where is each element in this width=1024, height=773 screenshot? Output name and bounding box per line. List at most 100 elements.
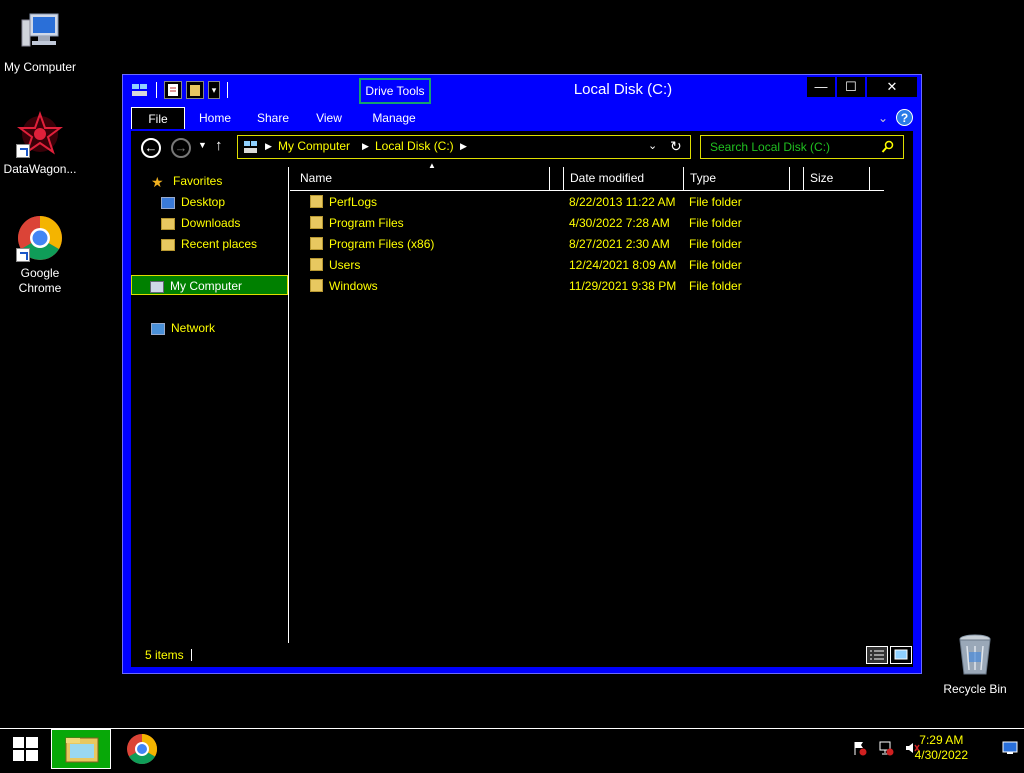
column-header-size[interactable]: Size bbox=[804, 167, 870, 191]
nav-desktop[interactable]: Desktop bbox=[161, 192, 225, 212]
title-bar[interactable]: ▾ Drive Tools Local Disk (C:) — ☐ ✕ bbox=[123, 75, 921, 105]
desktop-icon-recycle-bin[interactable]: Recycle Bin bbox=[935, 630, 1015, 697]
breadcrumb-separator[interactable]: ▶ bbox=[362, 141, 369, 152]
file-date: 8/22/2013 11:22 AM bbox=[569, 195, 676, 209]
desktop-icon-datawagon[interactable]: DataWagon... bbox=[0, 110, 80, 177]
computer-icon bbox=[150, 280, 164, 293]
network-tray-icon[interactable] bbox=[878, 740, 894, 756]
file-row[interactable]: Program Files 4/30/2022 7:28 AM File fol… bbox=[290, 213, 890, 233]
folder-icon bbox=[310, 258, 323, 272]
file-name: Users bbox=[329, 258, 361, 272]
recycle-bin-icon bbox=[951, 630, 999, 678]
shortcut-arrow-icon bbox=[16, 248, 30, 262]
explorer-content: ← → ▼ ↑ ▶ My Computer ▶ Local Disk (C:) … bbox=[131, 131, 913, 667]
window-controls: — ☐ ✕ bbox=[805, 77, 917, 97]
close-button[interactable]: ✕ bbox=[867, 77, 917, 97]
address-dropdown-icon[interactable]: ⌄ bbox=[648, 139, 657, 152]
breadcrumb-separator[interactable]: ▶ bbox=[460, 141, 467, 152]
up-button[interactable]: ↑ bbox=[215, 137, 223, 154]
tab-view[interactable]: View bbox=[311, 107, 347, 129]
taskbar-clock[interactable]: 7:29 AM 4/30/2022 bbox=[915, 733, 968, 763]
breadcrumb-local-disk[interactable]: Local Disk (C:) bbox=[375, 139, 454, 153]
toolbar-separator bbox=[227, 82, 228, 98]
details-view-button[interactable] bbox=[866, 646, 888, 664]
column-header-divider[interactable] bbox=[550, 167, 564, 191]
file-type: File folder bbox=[689, 279, 742, 293]
column-header-type[interactable]: Type bbox=[684, 167, 790, 191]
breadcrumb-my-computer[interactable]: My Computer bbox=[278, 139, 350, 153]
file-type: File folder bbox=[689, 216, 742, 230]
file-row[interactable]: PerfLogs 8/22/2013 11:22 AM File folder bbox=[290, 192, 890, 212]
ribbon-right-controls: ⌄ ? bbox=[878, 109, 913, 126]
folder-icon bbox=[310, 237, 323, 251]
show-desktop-icon[interactable] bbox=[1002, 741, 1018, 755]
clock-date: 4/30/2022 bbox=[914, 748, 968, 762]
file-date: 8/27/2021 2:30 AM bbox=[569, 237, 670, 251]
windows-logo-icon bbox=[13, 737, 38, 761]
column-headers: Name Date modified Type Size bbox=[290, 167, 884, 191]
search-placeholder: Search Local Disk (C:) bbox=[710, 140, 831, 154]
action-center-flag-icon[interactable] bbox=[852, 740, 868, 756]
taskbar-explorer[interactable] bbox=[51, 729, 111, 769]
nav-recent-places[interactable]: Recent places bbox=[161, 234, 257, 254]
file-name: Program Files bbox=[329, 216, 404, 230]
tab-share[interactable]: Share bbox=[253, 107, 293, 129]
forward-button[interactable]: → bbox=[171, 138, 191, 158]
star-icon: ★ bbox=[151, 173, 164, 190]
nav-downloads[interactable]: Downloads bbox=[161, 213, 240, 233]
address-location-icon bbox=[243, 140, 259, 154]
help-icon[interactable]: ? bbox=[896, 109, 913, 126]
desktop-icon bbox=[161, 196, 175, 209]
downloads-icon bbox=[161, 217, 175, 230]
window-title: Local Disk (C:) bbox=[573, 81, 673, 98]
clock-time: 7:29 AM bbox=[919, 733, 964, 747]
desktop-icon-chrome[interactable]: Google Chrome bbox=[0, 214, 80, 296]
nav-my-computer[interactable]: My Computer bbox=[131, 275, 288, 295]
explorer-app-icon[interactable] bbox=[131, 81, 149, 99]
customize-toolbar-icon[interactable]: ▾ bbox=[208, 81, 220, 99]
tab-manage[interactable]: Manage bbox=[369, 107, 419, 129]
back-button[interactable]: ← bbox=[141, 138, 161, 158]
navigation-bar: ← → ▼ ↑ ▶ My Computer ▶ Local Disk (C:) … bbox=[131, 131, 913, 163]
folder-icon bbox=[310, 279, 323, 293]
status-bar: 5 items bbox=[131, 643, 913, 667]
breadcrumb-separator[interactable]: ▶ bbox=[265, 141, 272, 152]
nav-network[interactable]: Network bbox=[151, 318, 215, 338]
datawagon-icon bbox=[16, 110, 64, 158]
taskbar-chrome[interactable] bbox=[112, 729, 172, 769]
column-header-name[interactable]: Name bbox=[294, 167, 550, 191]
properties-icon[interactable] bbox=[164, 81, 182, 99]
column-header-date[interactable]: Date modified bbox=[564, 167, 684, 191]
new-folder-icon[interactable] bbox=[186, 81, 204, 99]
desktop-icon-my-computer[interactable]: My Computer bbox=[0, 8, 80, 75]
computer-icon bbox=[16, 8, 64, 56]
status-divider bbox=[191, 649, 192, 661]
file-date: 12/24/2021 8:09 AM bbox=[569, 258, 677, 272]
file-name: Windows bbox=[329, 279, 378, 293]
search-icon[interactable] bbox=[881, 140, 895, 154]
tab-home[interactable]: Home bbox=[195, 107, 235, 129]
file-row[interactable]: Program Files (x86) 8/27/2021 2:30 AM Fi… bbox=[290, 234, 890, 254]
file-row[interactable]: Users 12/24/2021 8:09 AM File folder bbox=[290, 255, 890, 275]
tab-file[interactable]: File bbox=[131, 107, 185, 129]
file-type: File folder bbox=[689, 195, 742, 209]
file-type: File folder bbox=[689, 258, 742, 272]
address-bar[interactable]: ▶ My Computer ▶ Local Disk (C:) ▶ ⌄ ↻ bbox=[237, 135, 691, 159]
start-button[interactable] bbox=[0, 729, 50, 769]
minimize-button[interactable]: — bbox=[807, 77, 835, 97]
large-icons-view-button[interactable] bbox=[890, 646, 912, 664]
file-explorer-icon bbox=[65, 737, 99, 763]
system-tray bbox=[852, 740, 920, 756]
file-row[interactable]: Windows 11/29/2021 9:38 PM File folder bbox=[290, 276, 890, 296]
nav-favorites[interactable]: ★ Favorites bbox=[151, 171, 222, 191]
desktop-icon-label: Google Chrome bbox=[18, 266, 62, 295]
refresh-icon[interactable]: ↻ bbox=[670, 138, 682, 155]
search-box[interactable]: Search Local Disk (C:) bbox=[700, 135, 904, 159]
maximize-button[interactable]: ☐ bbox=[837, 77, 865, 97]
recent-locations-dropdown[interactable]: ▼ bbox=[198, 140, 207, 150]
drive-tools-tab[interactable]: Drive Tools bbox=[359, 78, 431, 104]
column-header-divider[interactable] bbox=[790, 167, 804, 191]
expand-ribbon-icon[interactable]: ⌄ bbox=[878, 111, 888, 125]
file-name: PerfLogs bbox=[329, 195, 378, 209]
quick-access-toolbar: ▾ bbox=[131, 81, 231, 99]
